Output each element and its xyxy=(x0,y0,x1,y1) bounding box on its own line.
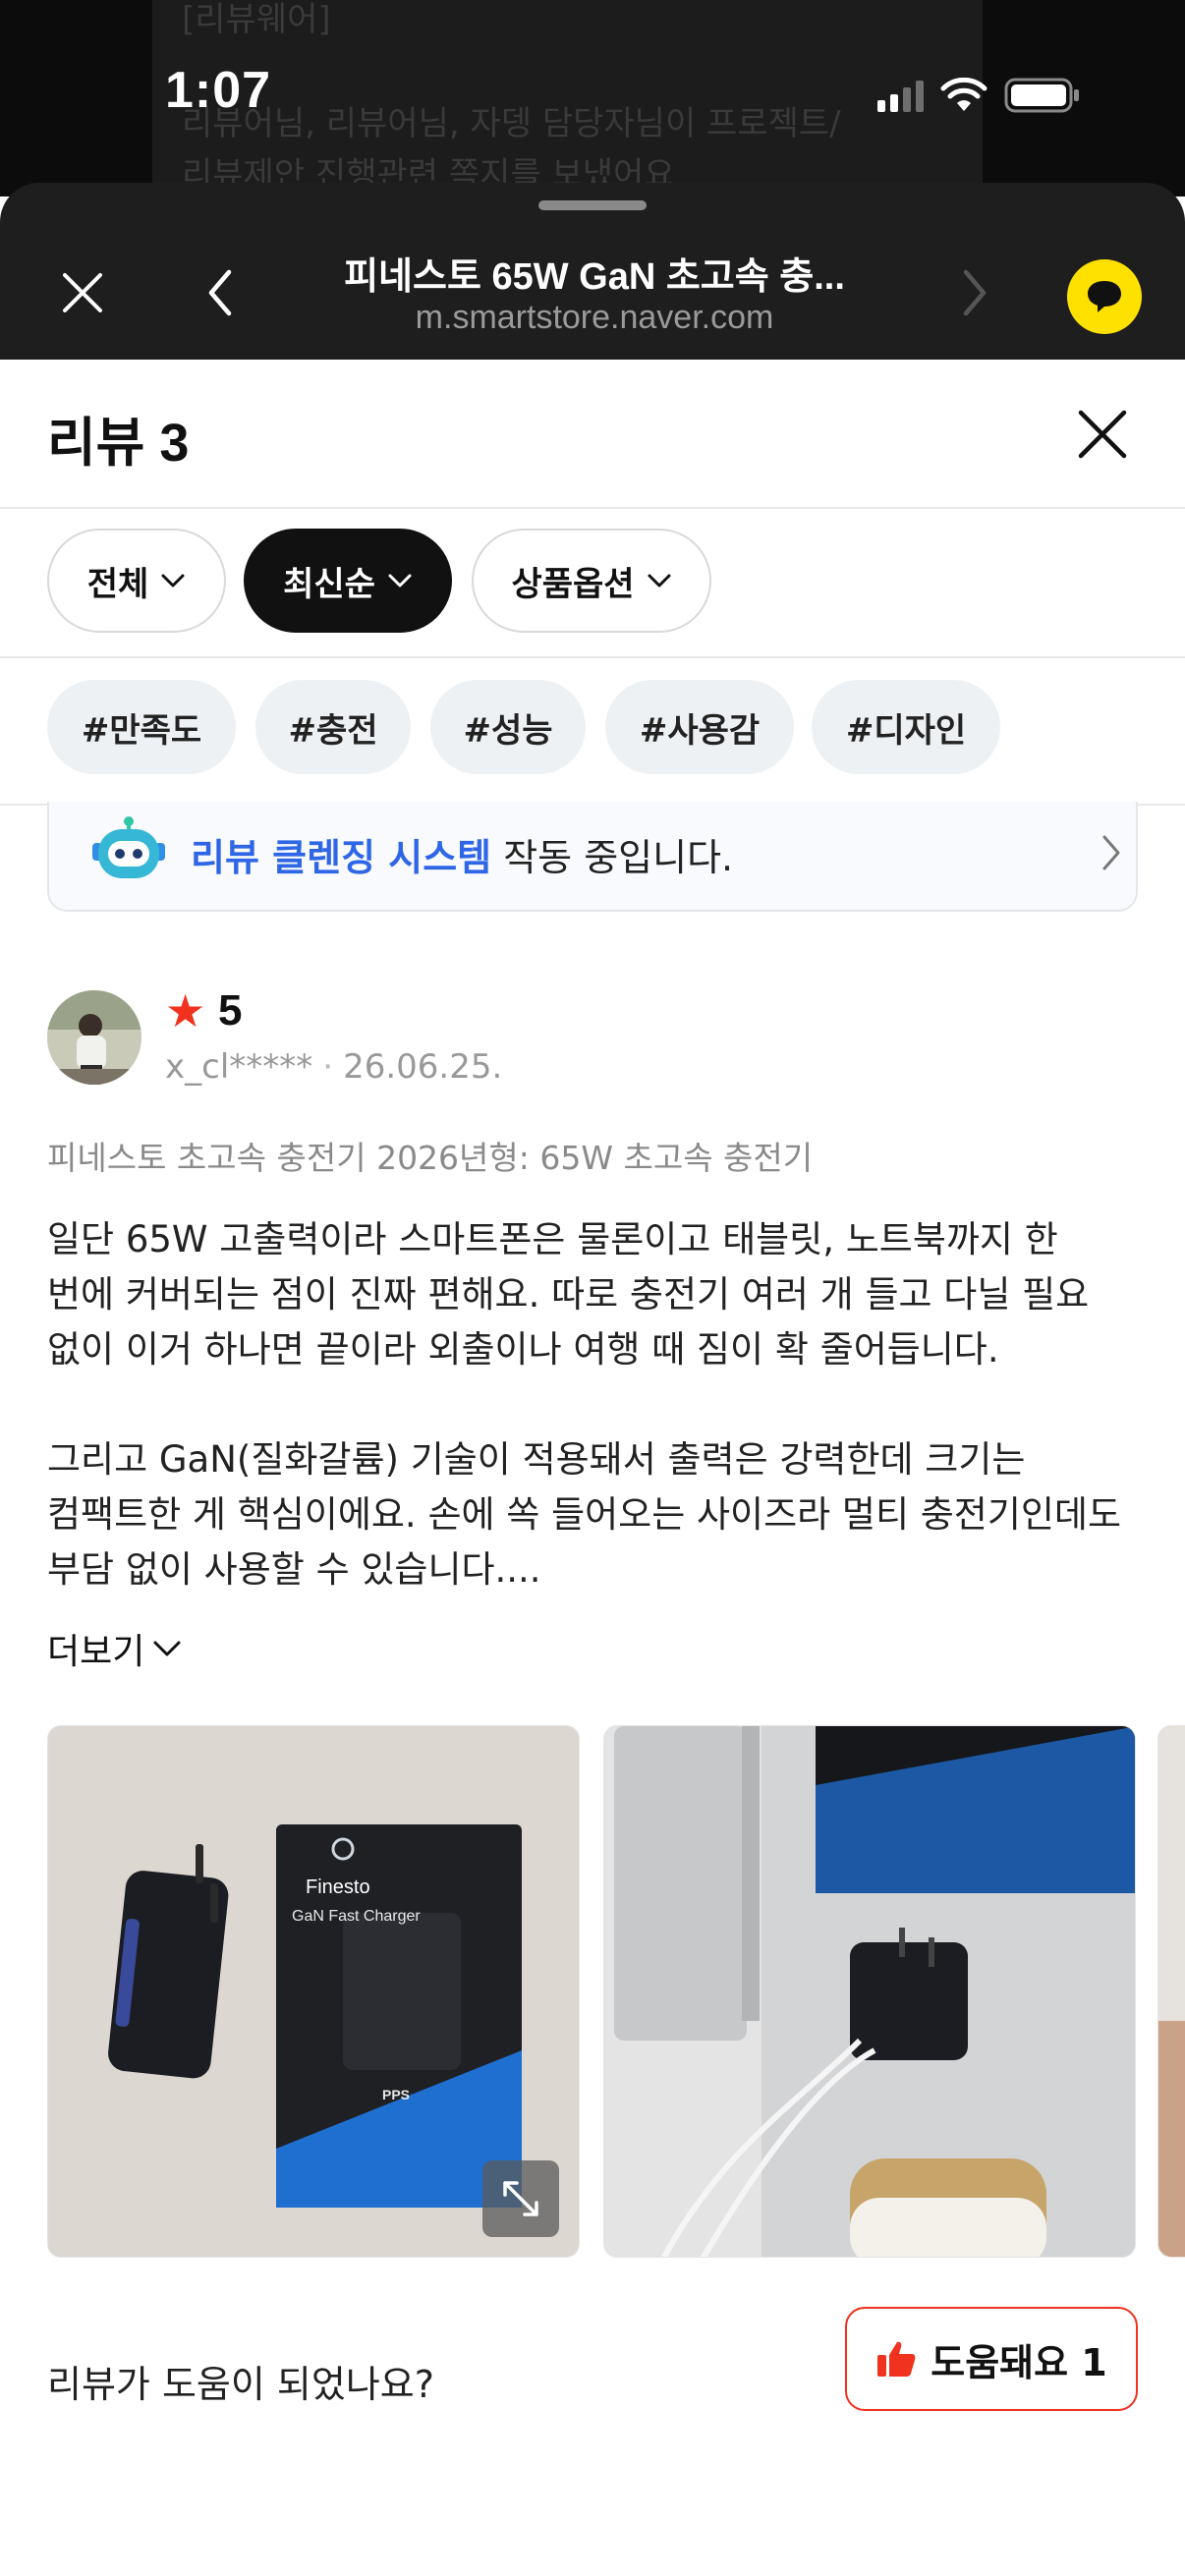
review-line: 부담 없이 사용할 수 있습니다.... xyxy=(47,1548,541,1591)
star-icon: ★ xyxy=(165,984,206,1037)
tag-satisfaction[interactable]: #만족도 xyxy=(47,680,236,774)
review-line: 그리고 GaN(질화갈륨) 기술이 적용돼서 출력은 강력한데 크기는 xyxy=(47,1438,1026,1481)
divider xyxy=(0,656,1185,658)
chevron-left-icon xyxy=(208,269,232,316)
helpful-button[interactable]: 도움돼요 1 xyxy=(845,2307,1138,2411)
tag-performance[interactable]: #성능 xyxy=(430,680,586,774)
box-product: GaN Fast Charger xyxy=(292,1908,421,1925)
third-photo-preview xyxy=(1158,1726,1185,2257)
review-date: 26.06.25. xyxy=(343,1047,503,1087)
filter-label: 최신순 xyxy=(283,564,375,604)
browser-close-button[interactable] xyxy=(55,265,110,320)
rating-value: 5 xyxy=(218,986,243,1035)
wifi-icon xyxy=(940,78,988,111)
notice-rest: 작동 중입니다. xyxy=(491,836,734,879)
chevron-down-icon xyxy=(161,574,185,588)
review-photo[interactable] xyxy=(1157,1725,1185,2258)
browser-forward-button[interactable] xyxy=(947,265,1002,320)
tag-usability[interactable]: #사용감 xyxy=(605,680,794,774)
status-time: 1:07 xyxy=(165,62,272,119)
filter-label: 전체 xyxy=(86,564,149,604)
chevron-right-icon xyxy=(963,269,987,316)
reviewer-meta: x_cl***** · 26.06.25. xyxy=(165,1047,502,1087)
page-title: 리뷰 3 xyxy=(47,414,190,473)
helpful-question: 리뷰가 도움이 되었나요? xyxy=(47,2363,434,2406)
battery-icon xyxy=(1004,78,1079,113)
product-option-dropdown[interactable]: 상품옵션 xyxy=(472,529,711,633)
panel-close-button[interactable] xyxy=(1071,403,1134,466)
review-photo[interactable] xyxy=(603,1725,1136,2258)
chevron-down-icon xyxy=(153,1641,181,1656)
box-pps: PPS xyxy=(382,2087,410,2102)
cellular-signal-icon xyxy=(877,79,924,112)
chevron-right-icon xyxy=(1102,835,1120,870)
chevron-down-icon xyxy=(388,574,412,588)
review-panel: 리뷰 3 전체 최신순 상품옵션 #만족도 #충전 #성능 #사용감 #디자인 xyxy=(0,360,1185,2576)
background-text-line: 리뷰어님, 리뷰어님, 자뎅 담당자님이 프로젝트/ xyxy=(182,104,841,143)
chevron-down-icon xyxy=(648,574,671,588)
review-line: 일단 65W 고출력이라 스마트폰은 물론이고 태블릿, 노트북까지 한 xyxy=(47,1218,1058,1260)
filter-all-dropdown[interactable]: 전체 xyxy=(47,529,226,633)
charger-desk-photo xyxy=(604,1726,1135,2257)
avatar-photo xyxy=(47,990,141,1085)
review-line: 번에 커버되는 점이 진짜 편해요. 따로 충전기 여러 개 들고 다닐 필요 xyxy=(47,1273,1090,1316)
sort-latest-dropdown[interactable]: 최신순 xyxy=(244,529,452,633)
reviewer-name: x_cl***** xyxy=(165,1047,313,1087)
thumbs-up-icon xyxy=(877,2341,916,2377)
divider xyxy=(0,507,1185,509)
notice-highlight: 리뷰 클렌징 시스템 xyxy=(191,836,492,879)
chat-bubble-icon xyxy=(1088,281,1121,312)
talk-chat-button[interactable] xyxy=(1067,259,1142,334)
separator-dot: · xyxy=(322,1047,334,1087)
avatar[interactable] xyxy=(47,990,141,1085)
box-watt: 65 xyxy=(302,2140,350,2188)
browser-url[interactable]: m.smartstore.naver.com xyxy=(265,299,924,337)
more-label: 더보기 xyxy=(47,1632,145,1672)
review-line: 컴팩트한 게 핵심이에요. 손에 쏙 들어오는 사이즈라 멀티 충전기인데도 xyxy=(47,1493,1122,1536)
sheet-grabber[interactable] xyxy=(538,200,647,210)
tag-design[interactable]: #디자인 xyxy=(812,680,1000,774)
expand-photo-button[interactable] xyxy=(482,2160,559,2237)
notice-text: 리뷰 클렌징 시스템 작동 중입니다. xyxy=(191,827,733,881)
tag-charging[interactable]: #충전 xyxy=(255,680,411,774)
review-photo[interactable]: Finesto GaN Fast Charger PPS 65 xyxy=(47,1725,580,2258)
more-button[interactable]: 더보기 xyxy=(47,1623,182,1674)
browser-page-title: 피네스토 65W GaN 초고속 충... xyxy=(344,256,845,298)
robot-icon xyxy=(92,816,165,878)
purchased-option: 피네스토 초고속 충전기 2026년형: 65W 초고속 충전기 xyxy=(47,1139,814,1177)
background-text-line: [리뷰웨어] xyxy=(182,0,331,39)
helpful-label: 도움돼요 1 xyxy=(931,2340,1107,2384)
filter-label: 상품옵션 xyxy=(511,564,635,604)
expand-icon xyxy=(503,2181,538,2216)
box-brand: Finesto xyxy=(306,1876,370,1898)
review-line: 없이 이거 하나면 끝이라 외출이나 여행 때 짐이 확 줄어듭니다. xyxy=(47,1328,999,1371)
status-icons xyxy=(877,77,1081,114)
close-icon xyxy=(63,273,102,312)
review-cleansing-notice[interactable]: 리뷰 클렌징 시스템 작동 중입니다. xyxy=(47,802,1138,912)
close-icon xyxy=(1078,410,1127,459)
review-body: 일단 65W 고출력이라 스마트폰은 물론이고 태블릿, 노트북까지 한 번에 … xyxy=(47,1212,1148,1597)
browser-back-button[interactable] xyxy=(193,265,248,320)
